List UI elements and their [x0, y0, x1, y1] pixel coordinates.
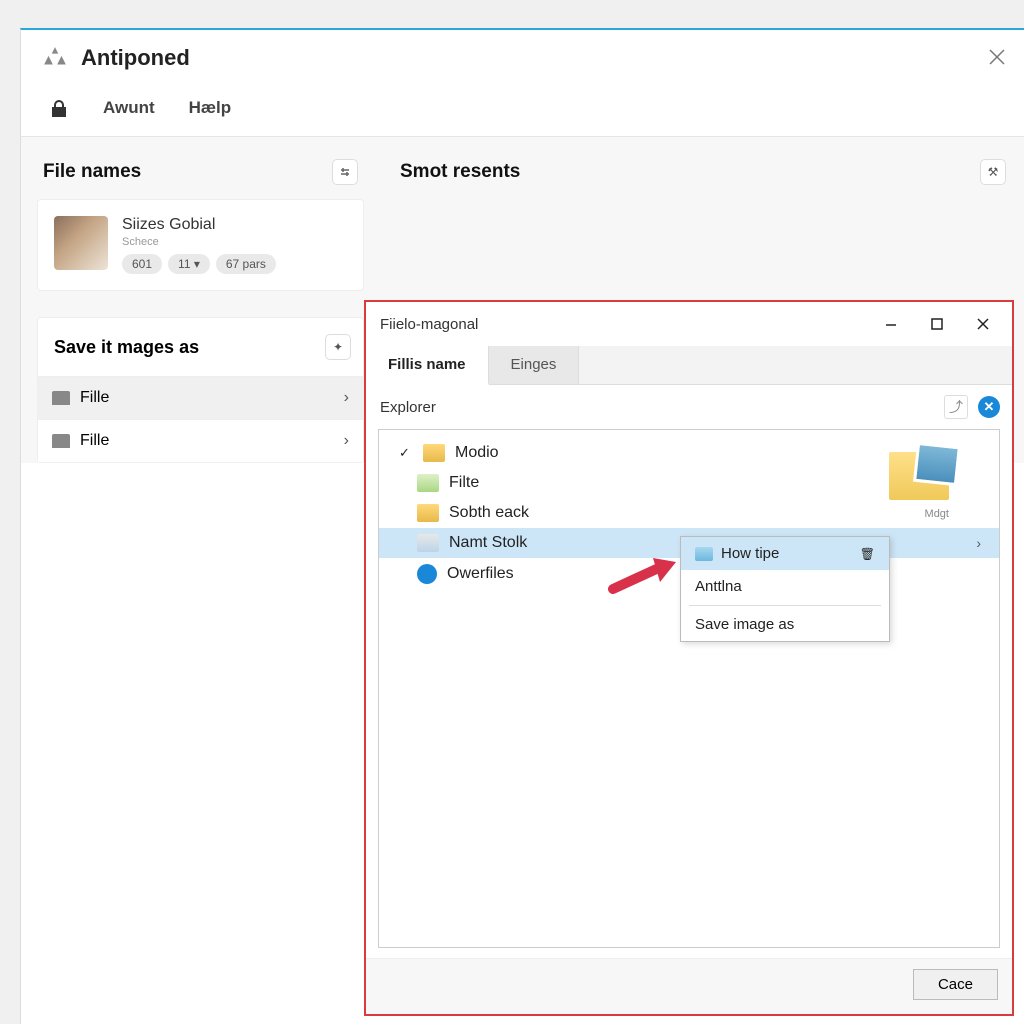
chevron-right-icon: › — [976, 535, 981, 551]
profile-card: Siizes Gobial Schece 601 11 ▾ 67 pars — [37, 199, 364, 291]
close-circle-icon[interactable]: ✕ — [978, 396, 1000, 418]
context-item-save-image-as[interactable]: Save image as — [681, 608, 889, 641]
folder-icon — [695, 547, 713, 561]
save-as-title: Save it mages as — [54, 337, 199, 358]
save-item-label: Fille — [80, 432, 109, 450]
check-icon: ✓ — [399, 445, 413, 461]
explorer-label: Explorer — [380, 399, 436, 416]
pill-row: 601 11 ▾ 67 pars — [122, 254, 276, 274]
chevron-right-icon: › — [344, 432, 349, 450]
new-folder-icon[interactable]: ⤴ — [944, 395, 968, 419]
context-item-label: How tipe — [721, 545, 779, 562]
circle-icon — [417, 564, 437, 584]
save-item-label: Fille — [80, 389, 109, 407]
toolbar-account[interactable]: Awunt — [103, 98, 155, 118]
folder-tree: Mdgt ✓ Modio Filte Sobth eack Namt Stolk… — [378, 429, 1000, 948]
save-item[interactable]: Fille › — [38, 376, 363, 419]
tree-item-label: Sobth eack — [449, 504, 529, 522]
context-item-label: Save image as — [695, 616, 794, 633]
folder-icon — [417, 504, 439, 522]
document-folder-icon — [417, 534, 439, 552]
save-add-icon[interactable]: ✦ — [325, 334, 351, 360]
tree-item-label: Filte — [449, 474, 479, 492]
dialog-tabs: Fillis name Einges — [366, 346, 1012, 385]
profile-name: Siizes Gobial — [122, 216, 276, 234]
recents-settings-icon[interactable]: ⚒ — [980, 159, 1006, 185]
left-column: File names Siizes Gobial Schece 601 11 ▾… — [21, 137, 376, 463]
cancel-button[interactable]: Cace — [913, 969, 998, 1000]
avatar — [54, 216, 108, 270]
maximize-button[interactable] — [914, 310, 960, 338]
toolbar-help[interactable]: Hælp — [189, 98, 232, 118]
tab-einges[interactable]: Einges — [489, 346, 580, 384]
folder-preview-icon — [889, 440, 959, 510]
tree-item-label: Namt Stolk — [449, 534, 527, 552]
folder-icon — [52, 391, 70, 405]
folder-icon — [423, 444, 445, 462]
chevron-right-icon: › — [344, 389, 349, 407]
folder-icon — [52, 434, 70, 448]
context-item-label: Anttlna — [695, 578, 742, 595]
main-close-icon[interactable] — [988, 48, 1006, 72]
file-names-title: File names — [43, 161, 141, 183]
context-item-how-tipe[interactable]: How tipe 🗑 — [681, 537, 889, 570]
pill[interactable]: 67 pars — [216, 254, 276, 274]
tab-fills-name[interactable]: Fillis name — [366, 346, 489, 385]
folder-preview-label: Mdgt — [925, 508, 949, 520]
pill[interactable]: 11 ▾ — [168, 254, 210, 274]
file-dialog: Fiielo-magonal Fillis name Einges Explor… — [364, 300, 1014, 1016]
context-menu: How tipe 🗑 Anttlna Save image as — [680, 536, 890, 642]
main-titlebar: Antiponed — [21, 30, 1024, 86]
profile-subtitle: Schece — [122, 236, 276, 248]
app-title: Antiponed — [81, 45, 190, 71]
section-settings-icon[interactable] — [332, 159, 358, 185]
lock-icon — [49, 98, 69, 118]
close-button[interactable] — [960, 310, 1006, 338]
minimize-button[interactable] — [868, 310, 914, 338]
save-card: Save it mages as ✦ Fille › Fille › — [37, 317, 364, 463]
context-item-anttlna[interactable]: Anttlna — [681, 570, 889, 603]
app-logo-icon — [41, 44, 69, 72]
dialog-titlebar: Fiielo-magonal — [366, 302, 1012, 346]
separator — [689, 605, 881, 606]
tree-item-label: Modio — [455, 444, 499, 462]
trash-icon: 🗑 — [860, 547, 875, 561]
toolbar: Awunt Hælp — [21, 86, 1024, 136]
pill[interactable]: 601 — [122, 254, 162, 274]
tree-item-label: Owerfiles — [447, 565, 514, 583]
save-item[interactable]: Fille › — [38, 419, 363, 462]
library-icon — [417, 474, 439, 492]
recents-title: Smot resents — [400, 161, 520, 183]
dialog-title: Fiielo-magonal — [380, 316, 478, 333]
dialog-footer: Cace — [366, 958, 1012, 1014]
